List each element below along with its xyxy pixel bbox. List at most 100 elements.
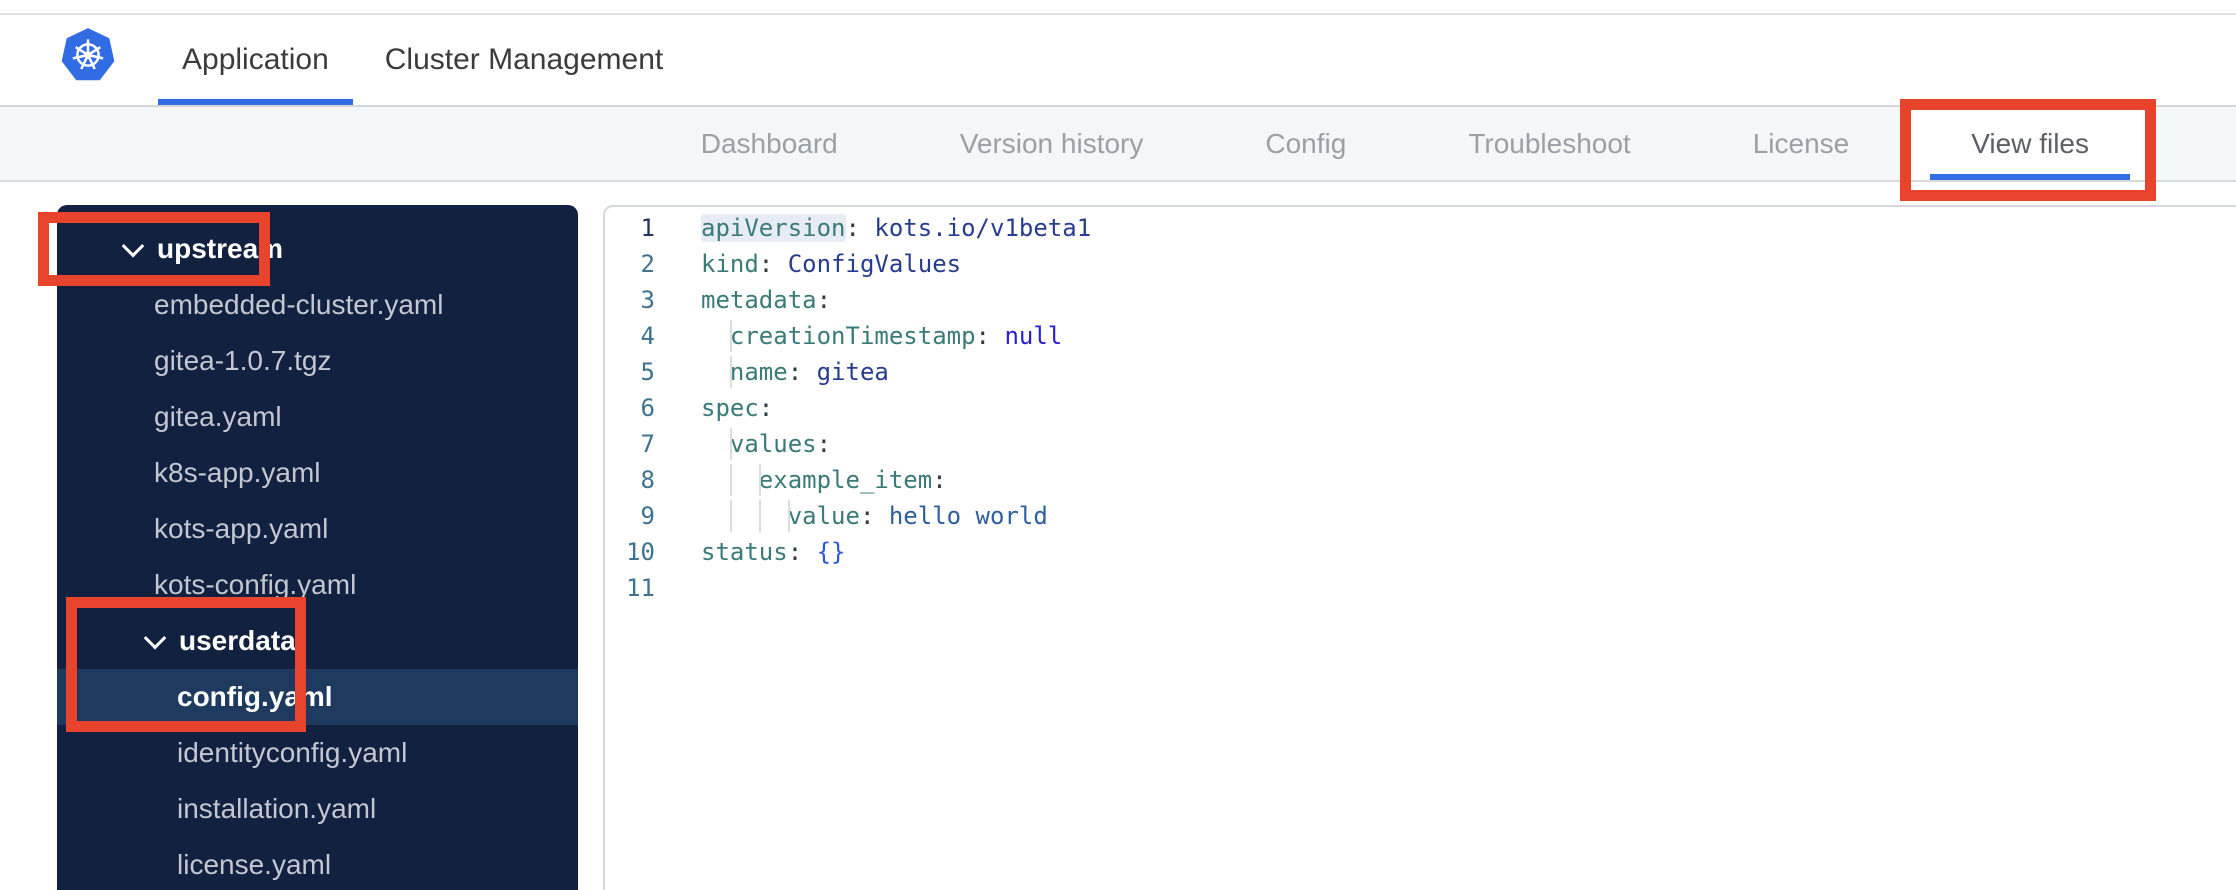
code-line: 2 kind: ConfigValues (605, 246, 2236, 282)
code-line: 3 metadata: (605, 282, 2236, 318)
subnav-tab-license[interactable]: License (1692, 107, 1911, 180)
code-token-key: example_item (758, 466, 933, 494)
code-line: 7 values: (605, 426, 2236, 462)
code-line: 8 example_item: (605, 462, 2236, 498)
indent-guide (759, 464, 761, 496)
subnav-tab-config[interactable]: Config (1204, 107, 1407, 180)
code-line: 9 value: hello world (605, 498, 2236, 534)
tree-item-gitea-1-0-7-tgz[interactable]: gitea-1.0.7.tgz (57, 333, 578, 389)
code-token-key: metadata (701, 286, 817, 314)
file-label: embedded-cluster.yaml (154, 289, 444, 320)
code-line: 1 apiVersion: kots.io/v1beta1 (605, 210, 2236, 246)
tree-item-installation-yaml[interactable]: installation.yaml (57, 781, 578, 837)
code-token-key: name (729, 358, 788, 386)
line-content: apiVersion: kots.io/v1beta1 (701, 210, 1091, 246)
line-number: 5 (640, 358, 655, 386)
tree-item-embedded-cluster-yaml[interactable]: embedded-cluster.yaml (57, 277, 578, 333)
tree-item-config-yaml[interactable]: config.yaml (57, 669, 578, 725)
file-label: gitea.yaml (154, 401, 282, 432)
tree-item-license-yaml[interactable]: license.yaml (57, 837, 578, 890)
tree-item-upstream[interactable]: upstream (57, 221, 578, 277)
kots-admin-console: Application Cluster Management Dashboard V… (0, 0, 2236, 890)
code-token-key: spec (701, 394, 759, 422)
code-token-brace: {} (816, 538, 846, 566)
tab-application[interactable]: Application (158, 15, 353, 105)
indent-guide (759, 500, 761, 532)
code-token-const: null (1004, 322, 1063, 350)
code-token-key: value (787, 502, 860, 530)
code-token-punct: : (845, 214, 860, 242)
indent-guide (730, 428, 732, 460)
code-line: 11 (605, 570, 2236, 606)
top-header: Application Cluster Management (0, 0, 2236, 107)
kubernetes-logo-icon (60, 26, 116, 84)
tree-item-kots-config-yaml[interactable]: kots-config.yaml (57, 557, 578, 613)
line-content: status: {} (701, 534, 846, 570)
line-content: value: hello world (701, 498, 1048, 534)
app-subnav: Dashboard Version history Config Troublesho… (0, 107, 2236, 182)
code-token-key: kind (701, 250, 759, 278)
file-label: kots-config.yaml (154, 569, 357, 600)
line-content: example_item: (701, 462, 947, 498)
code-token-punct: : (975, 322, 990, 350)
line-number: 4 (640, 322, 655, 350)
code-token-punct: : (932, 466, 947, 494)
line-content: kind: ConfigValues (701, 246, 961, 282)
code-token-key: values (729, 430, 817, 458)
line-number: 1 (640, 214, 655, 242)
tree-item-k8s-app-yaml[interactable]: k8s-app.yaml (57, 445, 578, 501)
code-line: 10 status: {} (605, 534, 2236, 570)
subnav-tab-troubleshoot[interactable]: Troubleshoot (1407, 107, 1691, 180)
indent-guide (730, 320, 732, 352)
chevron-down-icon (143, 626, 167, 650)
file-label: kots-app.yaml (154, 513, 329, 544)
code-token-key: apiVersion (701, 214, 846, 242)
code-token-value: gitea (816, 358, 889, 386)
file-label: gitea-1.0.7.tgz (154, 345, 332, 376)
file-content-viewer: 1 apiVersion: kots.io/v1beta1 2 kind: Confi… (603, 205, 2236, 890)
indent-guide (788, 500, 790, 532)
indent-guide (730, 356, 732, 388)
tree-item-gitea-yaml[interactable]: gitea.yaml (57, 389, 578, 445)
code-token-punct: : (859, 502, 875, 530)
code-token-punct: : (758, 250, 774, 278)
tree-item-userdata[interactable]: userdata (57, 613, 578, 669)
code-token-value: ConfigValues (787, 250, 962, 278)
code-line: 6 spec: (605, 390, 2236, 426)
code-token-punct: : (787, 358, 803, 386)
indent-guide (730, 500, 732, 532)
subnav-tab-version-history[interactable]: Version history (899, 107, 1205, 180)
line-number: 3 (640, 286, 655, 314)
code-token-punct: : (816, 286, 832, 314)
line-content: creationTimestamp: null (701, 318, 1062, 354)
indent-guide (730, 464, 732, 496)
subnav-tab-view-files[interactable]: View files (1910, 107, 2150, 180)
file-label: license.yaml (177, 849, 332, 880)
tree-item-identityconfig-yaml[interactable]: identityconfig.yaml (57, 725, 578, 781)
subnav-tab-dashboard[interactable]: Dashboard (640, 107, 899, 180)
tab-cluster-management[interactable]: Cluster Management (361, 15, 687, 105)
line-number: 7 (640, 430, 655, 458)
code-token-punct: : (787, 538, 803, 566)
line-number: 11 (626, 574, 655, 602)
main-tabs: Application Cluster Management (158, 15, 687, 105)
line-content: values: (701, 426, 831, 462)
code-line: 5 name: gitea (605, 354, 2236, 390)
code-line: 4 creationTimestamp: null (605, 318, 2236, 354)
file-label: identityconfig.yaml (177, 737, 408, 768)
line-number: 9 (640, 502, 655, 530)
folder-label: upstream (157, 233, 284, 264)
tree-item-kots-app-yaml[interactable]: kots-app.yaml (57, 501, 578, 557)
file-tree-sidebar: upstream embedded-cluster.yaml gitea-1.0.7… (57, 205, 578, 890)
line-content: spec: (701, 390, 773, 426)
file-label: config.yaml (177, 681, 333, 712)
